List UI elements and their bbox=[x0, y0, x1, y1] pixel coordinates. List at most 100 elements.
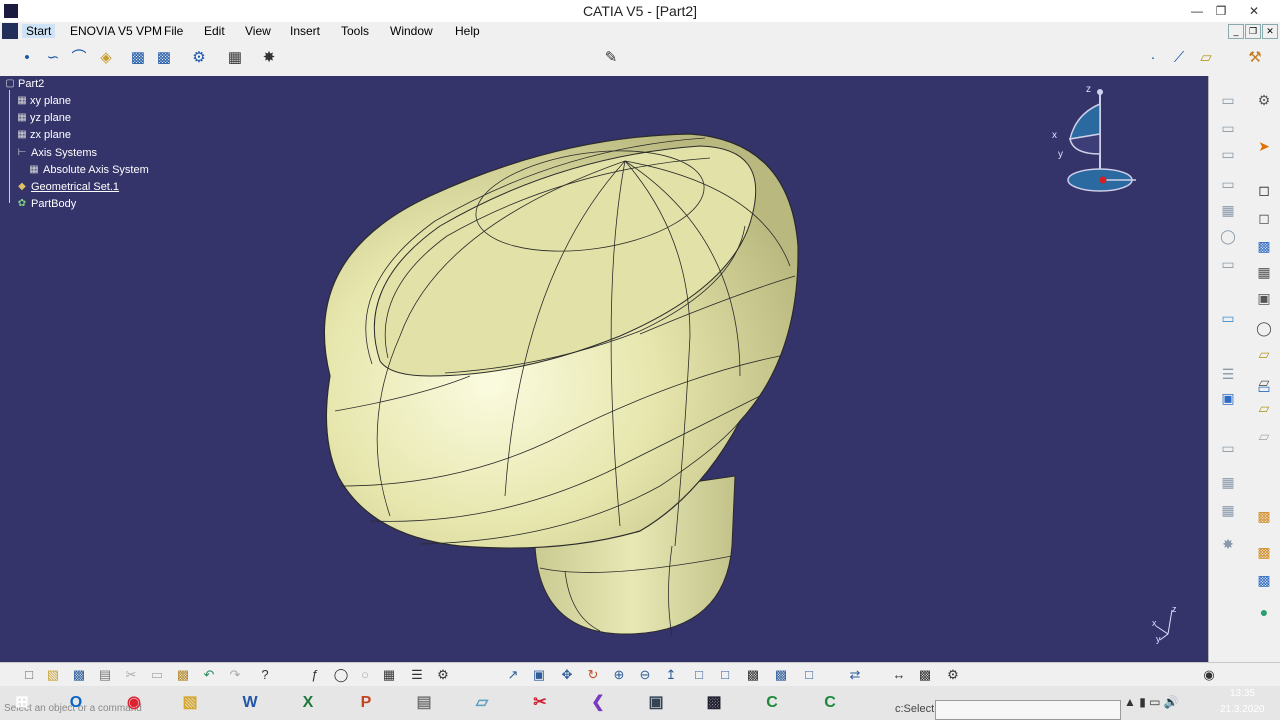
whats-this-icon[interactable]: ? bbox=[256, 666, 274, 684]
doc-close-icon[interactable]: ✕ bbox=[1262, 24, 1278, 39]
split-icon[interactable]: ▭ bbox=[1217, 308, 1239, 328]
extrude-surface-icon[interactable]: ▭ bbox=[1217, 90, 1239, 110]
fillet-icon[interactable]: ▭ bbox=[1253, 378, 1275, 398]
draft-icon[interactable]: ▱ bbox=[1253, 426, 1275, 446]
select-arrow-icon[interactable]: ➤ bbox=[1253, 136, 1275, 156]
axis-fly-icon[interactable]: ↗ bbox=[504, 666, 522, 684]
view-iso-icon[interactable]: □ bbox=[690, 666, 708, 684]
minimize-icon[interactable]: — bbox=[1186, 2, 1208, 20]
spline-icon[interactable]: ∽ bbox=[42, 47, 64, 69]
excel-icon[interactable]: X bbox=[288, 688, 328, 718]
chamfer-icon[interactable]: ▱ bbox=[1253, 398, 1275, 418]
measure-icon[interactable]: ● bbox=[1253, 602, 1275, 622]
macro-icon[interactable]: ○ bbox=[356, 666, 374, 684]
symmetry-icon[interactable]: ▦ bbox=[1217, 472, 1239, 492]
snipping-tool-icon[interactable]: ✂ bbox=[520, 688, 560, 718]
analysis-icon[interactable]: ⚙ bbox=[434, 666, 452, 684]
catia-task-icon[interactable]: ▩ bbox=[694, 688, 734, 718]
zoom-in-icon[interactable]: ⊕ bbox=[610, 666, 628, 684]
doc-minimize-icon[interactable]: _ bbox=[1228, 24, 1244, 39]
pattern-icon[interactable]: ▦ bbox=[1217, 500, 1239, 520]
restore-icon[interactable]: ❐ bbox=[1210, 2, 1232, 20]
camtasia-icon[interactable]: C bbox=[752, 688, 792, 718]
camera-icon[interactable]: ◉ bbox=[1200, 666, 1218, 684]
camtasia-recorder-icon[interactable]: C bbox=[810, 688, 850, 718]
mass-icon[interactable]: ⚙ bbox=[944, 666, 962, 684]
boundary-icon[interactable]: ▣ bbox=[1217, 388, 1239, 408]
rotate-icon[interactable]: ↻ bbox=[584, 666, 602, 684]
shading-icon[interactable]: ▩ bbox=[744, 666, 762, 684]
wireframe-icon[interactable]: □ bbox=[800, 666, 818, 684]
compass-widget[interactable]: z x y bbox=[1048, 84, 1148, 196]
view-gear-icon[interactable]: ⚙ bbox=[188, 47, 210, 69]
measure-tool-icon[interactable]: ▩ bbox=[916, 666, 934, 684]
solid-alt-icon[interactable]: ▩ bbox=[153, 47, 175, 69]
redo-icon[interactable]: ↷ bbox=[226, 666, 244, 684]
fit-all-icon[interactable]: ▣ bbox=[530, 666, 548, 684]
normal-view-icon[interactable]: ↥ bbox=[662, 666, 680, 684]
save-icon[interactable]: ▩ bbox=[70, 666, 88, 684]
windows-start-icon[interactable]: ⊞ bbox=[2, 688, 42, 718]
menu-file[interactable]: File bbox=[164, 24, 183, 38]
chrome-icon[interactable]: ◉ bbox=[114, 688, 154, 718]
transform-icon[interactable]: ▭ bbox=[1217, 438, 1239, 458]
shading-edges-icon[interactable]: ▩ bbox=[772, 666, 790, 684]
part-model[interactable] bbox=[0, 76, 1208, 662]
network-icon[interactable]: ▣ bbox=[636, 688, 676, 718]
plane-icon[interactable]: ▱ bbox=[1195, 47, 1217, 69]
menu-insert[interactable]: Insert bbox=[290, 24, 320, 38]
copy-icon[interactable]: ▭ bbox=[148, 666, 166, 684]
view-front-icon[interactable]: □ bbox=[716, 666, 734, 684]
point-icon[interactable]: • bbox=[16, 47, 38, 69]
boolean-icon[interactable]: ▩ bbox=[1253, 570, 1275, 590]
extract-icon[interactable]: ☰ bbox=[1217, 364, 1239, 384]
table-icon[interactable]: ▦ bbox=[380, 666, 398, 684]
paste-icon[interactable]: ▩ bbox=[174, 666, 192, 684]
swap-space-icon[interactable]: ↔ bbox=[890, 666, 908, 684]
visual-studio-icon[interactable]: ❮ bbox=[578, 688, 618, 718]
grid-icon[interactable]: ▦ bbox=[224, 47, 246, 69]
undo-icon[interactable]: ↶ bbox=[200, 666, 218, 684]
snap-icon[interactable]: ✸ bbox=[258, 47, 280, 69]
menu-enovia[interactable]: ENOVIA V5 VPM bbox=[70, 24, 162, 38]
menu-view[interactable]: View bbox=[245, 24, 271, 38]
hole-icon[interactable]: ◯ bbox=[1253, 318, 1275, 338]
menu-help[interactable]: Help bbox=[455, 24, 480, 38]
powerpoint-icon[interactable]: P bbox=[346, 688, 386, 718]
tree-icon[interactable]: ☰ bbox=[408, 666, 426, 684]
line-icon[interactable]: ⟋ bbox=[1168, 47, 1190, 69]
menu-edit[interactable]: Edit bbox=[204, 24, 225, 38]
calculator-icon[interactable]: ▤ bbox=[404, 688, 444, 718]
hide-show-icon[interactable]: ⇄ bbox=[846, 666, 864, 684]
word-icon[interactable]: W bbox=[230, 688, 270, 718]
extrude-icon[interactable]: ◈ bbox=[95, 47, 117, 69]
axis-icon[interactable]: ✸ bbox=[1217, 534, 1239, 554]
revolve-surface-icon[interactable]: ▭ bbox=[1217, 118, 1239, 138]
chat-icon[interactable]: ◯ bbox=[332, 666, 350, 684]
workbench-icon[interactable]: ⚒ bbox=[1244, 47, 1266, 69]
fill-surface-icon[interactable]: ▦ bbox=[1217, 200, 1239, 220]
print-icon[interactable]: ▤ bbox=[96, 666, 114, 684]
shaft-icon[interactable]: ▣ bbox=[1253, 288, 1275, 308]
offset-surface-icon[interactable]: ▭ bbox=[1217, 144, 1239, 164]
join-icon[interactable]: ▭ bbox=[1217, 254, 1239, 274]
thickness-icon[interactable]: ▩ bbox=[1253, 542, 1275, 562]
point-small-icon[interactable]: · bbox=[1142, 47, 1164, 69]
outlook-icon[interactable]: O bbox=[56, 688, 96, 718]
sphere-icon[interactable]: ◯ bbox=[1217, 226, 1239, 246]
sketch-alt-icon[interactable]: ◻ bbox=[1253, 208, 1275, 228]
zoom-out-icon[interactable]: ⊖ bbox=[636, 666, 654, 684]
sweep-icon[interactable]: ⌒ bbox=[68, 47, 90, 69]
open-folder-icon[interactable]: ▧ bbox=[44, 666, 62, 684]
new-document-icon[interactable]: □ bbox=[20, 666, 38, 684]
3d-viewport[interactable]: ▢ Part2 ▦ xy plane ▦ yz plane ▦ zx plane… bbox=[0, 76, 1208, 662]
solid-icon[interactable]: ▩ bbox=[127, 47, 149, 69]
sweep-surface-icon[interactable]: ▭ bbox=[1217, 174, 1239, 194]
shell-icon[interactable]: ▩ bbox=[1253, 506, 1275, 526]
cut-icon[interactable]: ✂ bbox=[122, 666, 140, 684]
doc-restore-icon[interactable]: ❐ bbox=[1245, 24, 1261, 39]
sketch-edit-icon[interactable]: ✎ bbox=[600, 47, 622, 69]
pan-icon[interactable]: ✥ bbox=[558, 666, 576, 684]
pad-icon[interactable]: ▩ bbox=[1253, 236, 1275, 256]
menu-window[interactable]: Window bbox=[390, 24, 433, 38]
